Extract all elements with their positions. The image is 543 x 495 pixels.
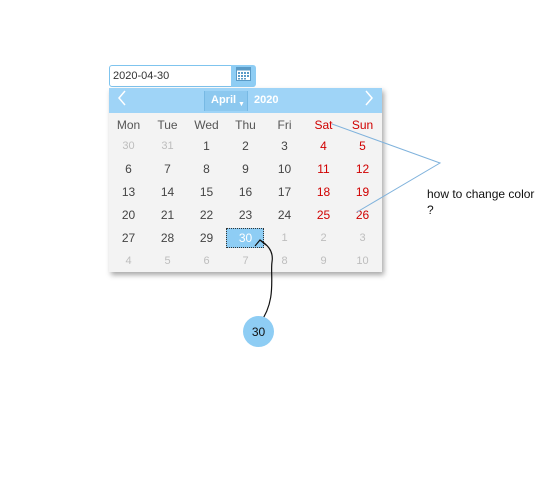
annotation-lines (254, 123, 442, 324)
annotation-pointer-lines (331, 123, 442, 213)
annotation-arrow-curve (259, 239, 273, 324)
annotation-question: how to change color ? (427, 187, 535, 217)
callout-bubble-label: 30 (251, 324, 266, 339)
callout-bubble: 30 (243, 316, 274, 347)
annotation-arrowhead (254, 239, 267, 247)
